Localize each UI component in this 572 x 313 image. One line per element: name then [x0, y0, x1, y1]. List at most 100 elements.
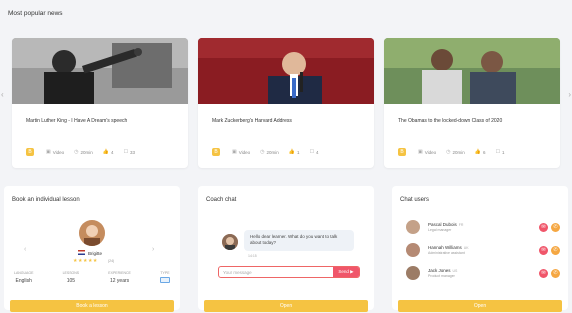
news-card[interactable]: Mark Zuckerberg's Harvard Address B ▣ Vid… — [198, 38, 374, 168]
level-badge: B — [398, 148, 406, 156]
comments-button[interactable]: ☐ 1 — [496, 149, 505, 155]
user-name: Jack Jones US — [428, 268, 536, 273]
reviews-count: (24) — [108, 259, 115, 263]
comments-count: 1 — [502, 149, 505, 155]
stat-value: 105 — [66, 278, 76, 284]
chat-icon[interactable]: ✉ — [539, 268, 548, 278]
panel-title: Coach chat — [206, 197, 237, 203]
chevron-right-icon[interactable]: › — [568, 90, 571, 99]
phone-icon[interactable]: ✆ — [551, 245, 560, 255]
comments-count: 4 — [316, 149, 319, 155]
stat-type: Type — [159, 271, 170, 284]
user-name: Pascal Dubois FR — [428, 222, 536, 227]
news-image — [198, 38, 374, 104]
book-lesson-button[interactable]: Book a lesson — [10, 300, 174, 312]
user-info: Jack Jones US Product manager — [428, 268, 536, 278]
user-row[interactable]: Hannah Williams UK Administrative assista… — [406, 241, 560, 259]
video-call-icon — [159, 277, 170, 283]
panel-title: Chat users — [400, 197, 430, 203]
video-icon: ▣ — [418, 149, 423, 155]
open-chat-users-button[interactable]: Open — [398, 300, 562, 312]
duration: ◷ 20min — [260, 149, 279, 155]
panel-title: Book an individual lesson — [12, 197, 80, 203]
flag-icon — [78, 250, 85, 255]
video-label: Video — [424, 149, 437, 155]
message-input[interactable]: Your message Send ▶ — [218, 266, 360, 278]
video-tag: ▣ Video — [418, 149, 436, 155]
user-info: Hannah Williams UK Administrative assista… — [428, 245, 536, 255]
video-label: Video — [52, 149, 65, 155]
clock-icon: ◷ — [446, 149, 451, 155]
user-row[interactable]: Pascal Dubois FR Legal manager ✉ ✆ — [406, 218, 560, 236]
user-info: Pascal Dubois FR Legal manager — [428, 222, 536, 232]
video-tag: ▣ Video — [46, 149, 64, 155]
stat-language: Language English — [14, 271, 33, 284]
chat-icon[interactable]: ✉ — [539, 222, 548, 232]
like-button[interactable]: 👍 6 — [475, 149, 486, 155]
news-meta: B ▣ Video ◷ 20min 👍 4 ☐ 33 — [26, 148, 180, 156]
duration-label: 20min — [266, 149, 279, 155]
user-name-text: Pascal Dubois — [428, 222, 457, 227]
lesson-panel: Book an individual lesson ‹ › Brigitte ★… — [4, 186, 180, 312]
video-icon: ▣ — [232, 149, 237, 155]
page-title: Most popular news — [8, 10, 63, 17]
user-avatar — [406, 266, 420, 280]
teacher-stats: Language English Lessons 105 Experience 12 … — [14, 271, 170, 284]
open-coach-button[interactable]: Open — [204, 300, 368, 312]
news-image — [12, 38, 188, 104]
thumb-up-icon: 👍 — [288, 149, 296, 155]
news-caption[interactable]: Mark Zuckerberg's Harvard Address — [212, 118, 366, 124]
message-placeholder: Your message — [223, 269, 252, 275]
news-image — [384, 38, 560, 104]
user-flag: UK — [463, 246, 469, 250]
message-time: 14:15 — [248, 254, 257, 258]
likes-count: 1 — [297, 149, 300, 155]
stat-experience: Experience 12 years — [108, 271, 131, 284]
news-caption[interactable]: The Obamas to the locked-down Class of 2… — [398, 118, 552, 124]
news-card[interactable]: The Obamas to the locked-down Class of 2… — [384, 38, 560, 168]
news-meta: B ▣ Video ◷ 20min 👍 6 ☐ 1 — [398, 148, 552, 156]
coach-avatar — [222, 234, 238, 250]
chevron-left-icon[interactable]: ‹ — [24, 246, 26, 253]
like-button[interactable]: 👍 1 — [289, 149, 300, 155]
likes-count: 6 — [483, 149, 486, 155]
stat-value: 12 years — [109, 278, 130, 284]
video-tag: ▣ Video — [232, 149, 250, 155]
stat-label: Type — [160, 271, 170, 275]
user-avatar — [406, 220, 420, 234]
user-name-text: Hannah Williams — [428, 245, 462, 250]
news-caption[interactable]: Martin Luther King - I Have A Dream's sp… — [26, 118, 180, 124]
teacher-name: Brigitte — [88, 251, 103, 256]
coach-chat-panel: Coach chat Hello dear learner. What do y… — [198, 186, 374, 312]
user-avatar — [406, 243, 420, 257]
level-badge: B — [26, 148, 34, 156]
user-role: Administrative assistant — [428, 251, 465, 255]
user-name-text: Jack Jones — [428, 268, 451, 273]
comment-icon: ☐ — [495, 149, 501, 155]
news-card[interactable]: Martin Luther King - I Have A Dream's sp… — [12, 38, 188, 168]
user-name: Hannah Williams UK — [428, 245, 536, 250]
likes-count: 4 — [111, 149, 114, 155]
clock-icon: ◷ — [260, 149, 265, 155]
chevron-left-icon[interactable]: ‹ — [1, 90, 4, 99]
user-row[interactable]: Jack Jones US Product manager ✉ ✆ — [406, 264, 560, 282]
comments-button[interactable]: ☐ 4 — [310, 149, 319, 155]
duration: ◷ 20min — [74, 149, 93, 155]
teacher-avatar[interactable] — [79, 220, 105, 246]
send-button[interactable]: Send ▶ — [333, 267, 359, 277]
chat-icon[interactable]: ✉ — [539, 245, 548, 255]
comments-button[interactable]: ☐ 33 — [124, 149, 136, 155]
phone-icon[interactable]: ✆ — [551, 222, 560, 232]
thumb-up-icon: 👍 — [102, 149, 110, 155]
stat-label: Experience — [108, 271, 131, 275]
chat-message: Hello dear learner. What do you want to … — [244, 230, 354, 251]
chevron-right-icon[interactable]: › — [152, 246, 154, 253]
like-button[interactable]: 👍 4 — [103, 149, 114, 155]
phone-icon[interactable]: ✆ — [551, 268, 560, 278]
user-flag: US — [452, 269, 458, 273]
comment-icon: ☐ — [309, 149, 315, 155]
rating-stars: ★★★★★ — [73, 258, 98, 264]
thumb-up-icon: 👍 — [474, 149, 482, 155]
stat-lessons: Lessons 105 — [63, 271, 80, 284]
duration: ◷ 20min — [446, 149, 465, 155]
